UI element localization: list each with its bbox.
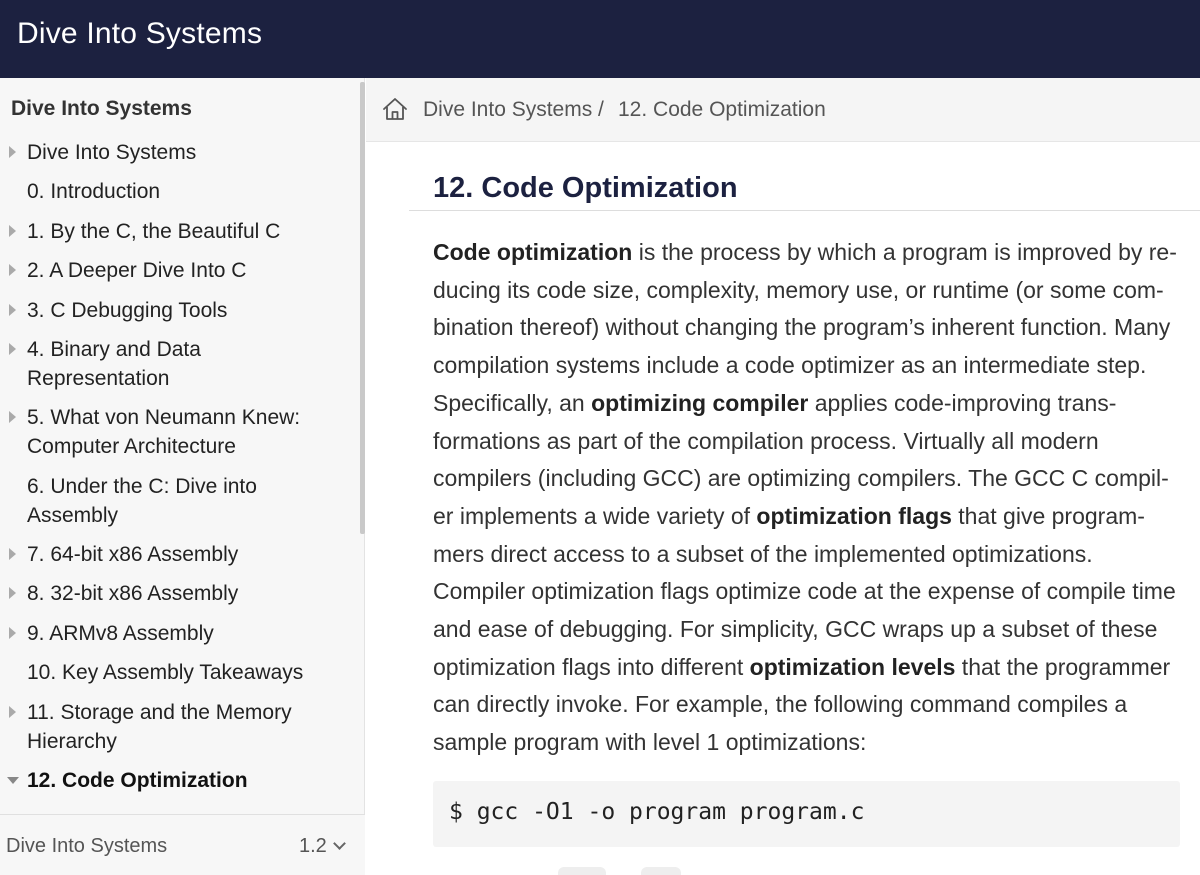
caret-right-icon[interactable] — [9, 304, 16, 316]
sidebar-item-label: 12. Code Optimization — [27, 769, 248, 792]
caret-right-icon[interactable] — [9, 411, 16, 423]
caret-right-icon[interactable] — [9, 225, 16, 237]
version-label[interactable]: 1.2 — [299, 835, 327, 858]
site-title[interactable]: Dive Into Systems — [17, 17, 262, 51]
sidebar-item-label: 11. Storage and the Memory Hierarchy — [27, 701, 292, 753]
sidebar-item-label: 0. Introduction — [27, 180, 161, 203]
sidebar-item-label: 6. Under the C: Dive into Assembly — [27, 475, 257, 527]
breadcrumb-separator: / — [598, 98, 604, 121]
chevron-down-icon[interactable] — [333, 837, 346, 850]
sidebar-item-label: 3. C Debugging Tools — [27, 299, 228, 322]
sidebar-nav: Dive Into Systems 0. Introduction 1. By … — [0, 136, 358, 814]
code-text[interactable]: $ gcc -O1 -o program program.c — [449, 799, 864, 825]
sidebar-item-label: 5. What von Neumann Knew: Computer Archi… — [27, 406, 301, 458]
term-code-optimization: Code optimization — [433, 239, 633, 265]
sidebar-title: Dive Into Systems — [11, 97, 192, 120]
sidebar-item-label: 8. 32-bit x86 Assembly — [27, 582, 239, 605]
footer-book-name: Dive Into Systems — [6, 835, 168, 857]
version-selector[interactable]: Dive Into Systems 1.2 — [0, 814, 365, 875]
sidebar-scrollbar[interactable] — [360, 82, 365, 534]
sidebar-item-label: 1. By the C, the Beautiful C — [27, 220, 281, 243]
caret-right-icon[interactable] — [9, 264, 16, 276]
sidebar-item-label: 7. 64-bit x86 Assembly — [27, 543, 239, 566]
intro-paragraph: Code optimization is the process by whic… — [433, 234, 1178, 762]
sidebar-item-label: 4. Binary and Data Representation — [27, 338, 201, 390]
caret-right-icon[interactable] — [9, 343, 16, 355]
term-optimization-flags: optimization flags — [756, 502, 952, 529]
top-navbar: Dive Into Systems — [0, 0, 1200, 78]
caret-right-icon[interactable] — [9, 627, 16, 639]
breadcrumb-link-home[interactable]: Dive Into Systems — [423, 98, 592, 122]
breadcrumb-current: 12. Code Optimization — [618, 98, 826, 121]
sidebar-item-label: Dive Into Systems — [27, 141, 197, 164]
sidebar-item-label: 2. A Deeper Dive Into C — [27, 259, 247, 282]
page-title: 12. Code Optimization — [433, 172, 738, 204]
caret-right-icon[interactable] — [9, 146, 16, 158]
caret-right-icon[interactable] — [9, 706, 16, 718]
term-optimization-levels: optimization levels — [749, 653, 956, 680]
code-block: $ gcc -O1 -o program program.c — [433, 781, 1180, 847]
home-icon[interactable] — [382, 97, 408, 121]
sidebar-item-label: 9. ARMv8 Assembly — [27, 622, 214, 645]
breadcrumb: Dive Into Systems / 12. Code Optimizatio… — [366, 78, 1200, 142]
term-optimizing-compiler: optimizing compiler — [591, 389, 809, 416]
partial-element — [641, 867, 681, 875]
caret-down-icon[interactable] — [7, 777, 19, 784]
caret-right-icon[interactable] — [9, 587, 16, 599]
sidebar-item-label: 10. Key Assembly Takeaways — [27, 661, 304, 684]
partial-element — [558, 867, 606, 875]
title-divider — [409, 210, 1200, 211]
caret-right-icon[interactable] — [9, 548, 16, 560]
